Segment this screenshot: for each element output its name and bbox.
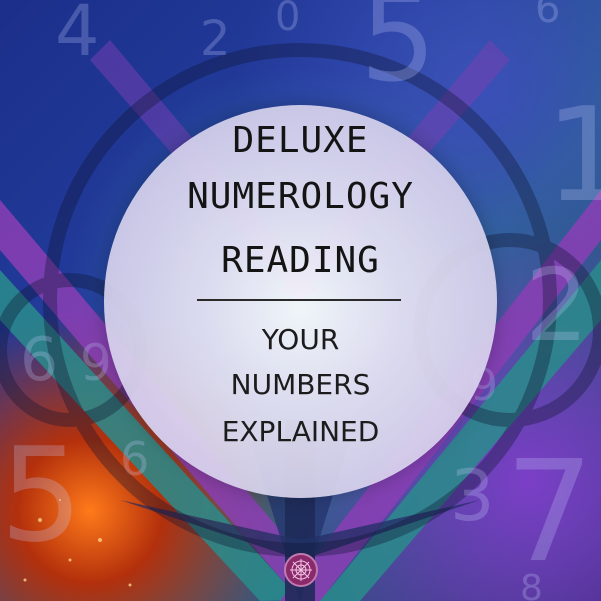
hero-image: 4 2 0 5 6 1 6 9 2 9 5 6 3 7 8 DELUXE NUM…: [0, 0, 601, 601]
bg-digit-0: 0: [275, 0, 300, 40]
bg-digit-5: 5: [360, 0, 436, 109]
subtitle-line-1: YOUR: [261, 323, 340, 356]
bg-digit-7: 7: [505, 431, 594, 594]
title-line-2: NUMEROLOGY: [187, 176, 414, 217]
bg-digit-3: 3: [450, 455, 495, 537]
bg-digit-8: 8: [520, 568, 543, 601]
subtitle-line-2: NUMBERS: [230, 368, 371, 401]
mandala-logo-glyph: [290, 559, 312, 581]
title-line-3: READING: [221, 240, 380, 281]
bg-digit-2: 2: [200, 11, 231, 67]
bg-digit-6: 6: [535, 0, 560, 32]
subtitle-line-3: EXPLAINED: [221, 415, 380, 448]
mandala-logo-icon: [284, 553, 318, 587]
bg-digit-4: 4: [55, 0, 100, 72]
title-line-1: DELUXE: [232, 120, 369, 161]
divider: [197, 299, 401, 301]
